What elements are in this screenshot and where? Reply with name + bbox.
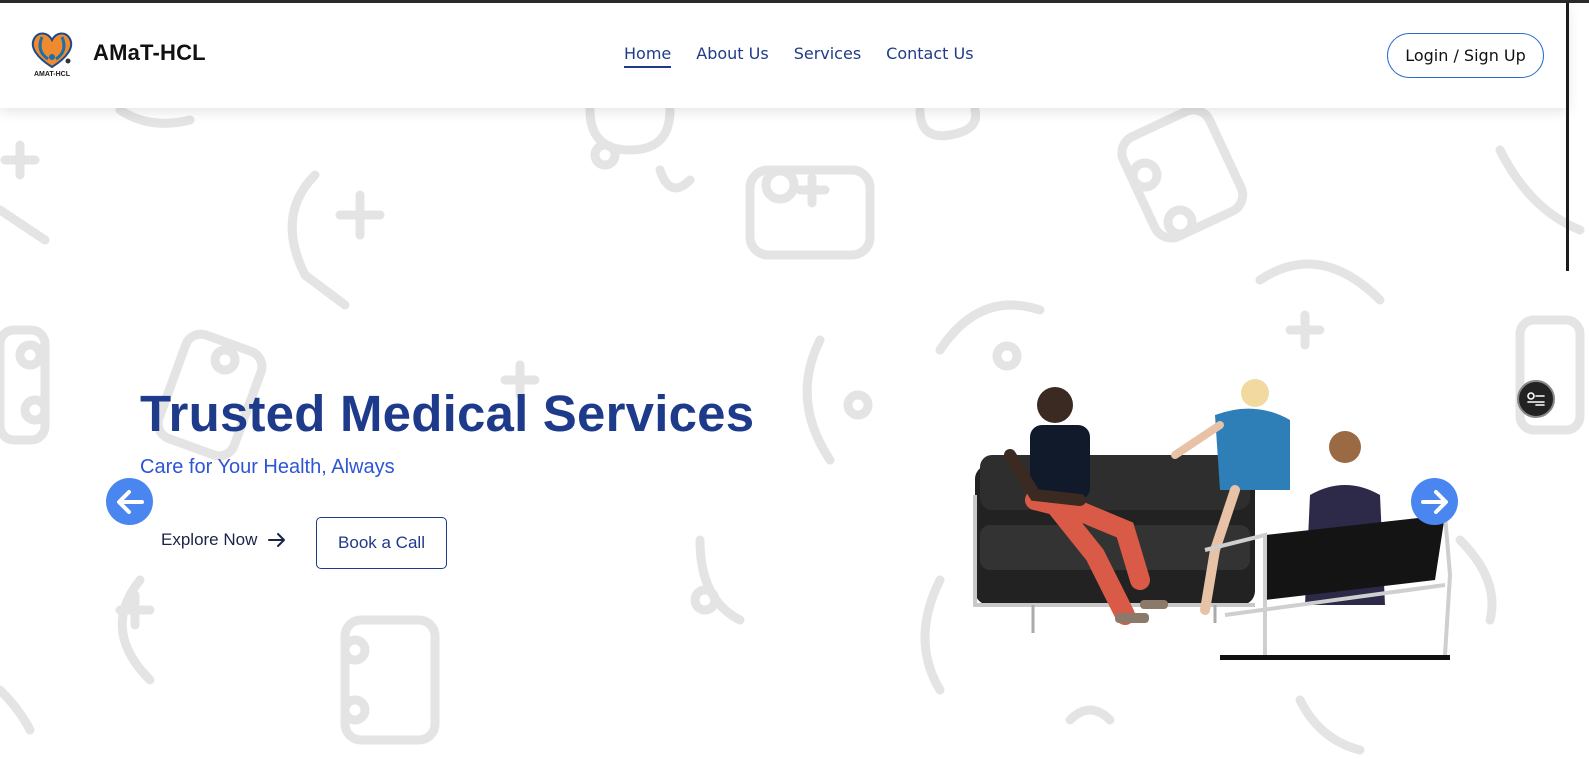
arrow-left-icon <box>116 489 144 514</box>
book-a-call-button[interactable]: Book a Call <box>316 517 447 569</box>
top-navbar: AMAT-HCL AMaT-HCL Home About Us Services… <box>0 3 1568 108</box>
scrollbar[interactable] <box>1566 3 1569 271</box>
hero-title: Trusted Medical Services <box>140 385 755 442</box>
explore-now-button[interactable]: Explore Now <box>161 530 287 550</box>
login-signup-button[interactable]: Login / Sign Up <box>1387 33 1544 78</box>
arrow-right-icon <box>268 533 286 547</box>
settings-toggle-icon <box>1527 392 1545 406</box>
svg-text:AMAT-HCL: AMAT-HCL <box>34 71 71 78</box>
arrow-right-icon <box>1420 489 1448 514</box>
carousel-next-button[interactable] <box>1411 478 1458 525</box>
brand[interactable]: AMAT-HCL AMaT-HCL <box>28 27 206 79</box>
main-nav: Home About Us Services Contact Us <box>624 44 999 68</box>
accessibility-widget-button[interactable] <box>1517 380 1555 418</box>
brand-name: AMaT-HCL <box>93 40 206 65</box>
people-consultation-photo <box>973 379 1453 660</box>
nav-home[interactable]: Home <box>624 44 672 68</box>
nav-contact-us[interactable]: Contact Us <box>886 44 973 68</box>
hero-subtitle: Care for Your Health, Always <box>140 456 395 478</box>
carousel-prev-button[interactable] <box>106 478 153 525</box>
nav-services[interactable]: Services <box>794 44 861 68</box>
nav-about-us[interactable]: About Us <box>696 44 768 68</box>
heart-stethoscope-logo-icon: AMAT-HCL <box>30 32 74 78</box>
explore-now-label: Explore Now <box>161 530 258 549</box>
